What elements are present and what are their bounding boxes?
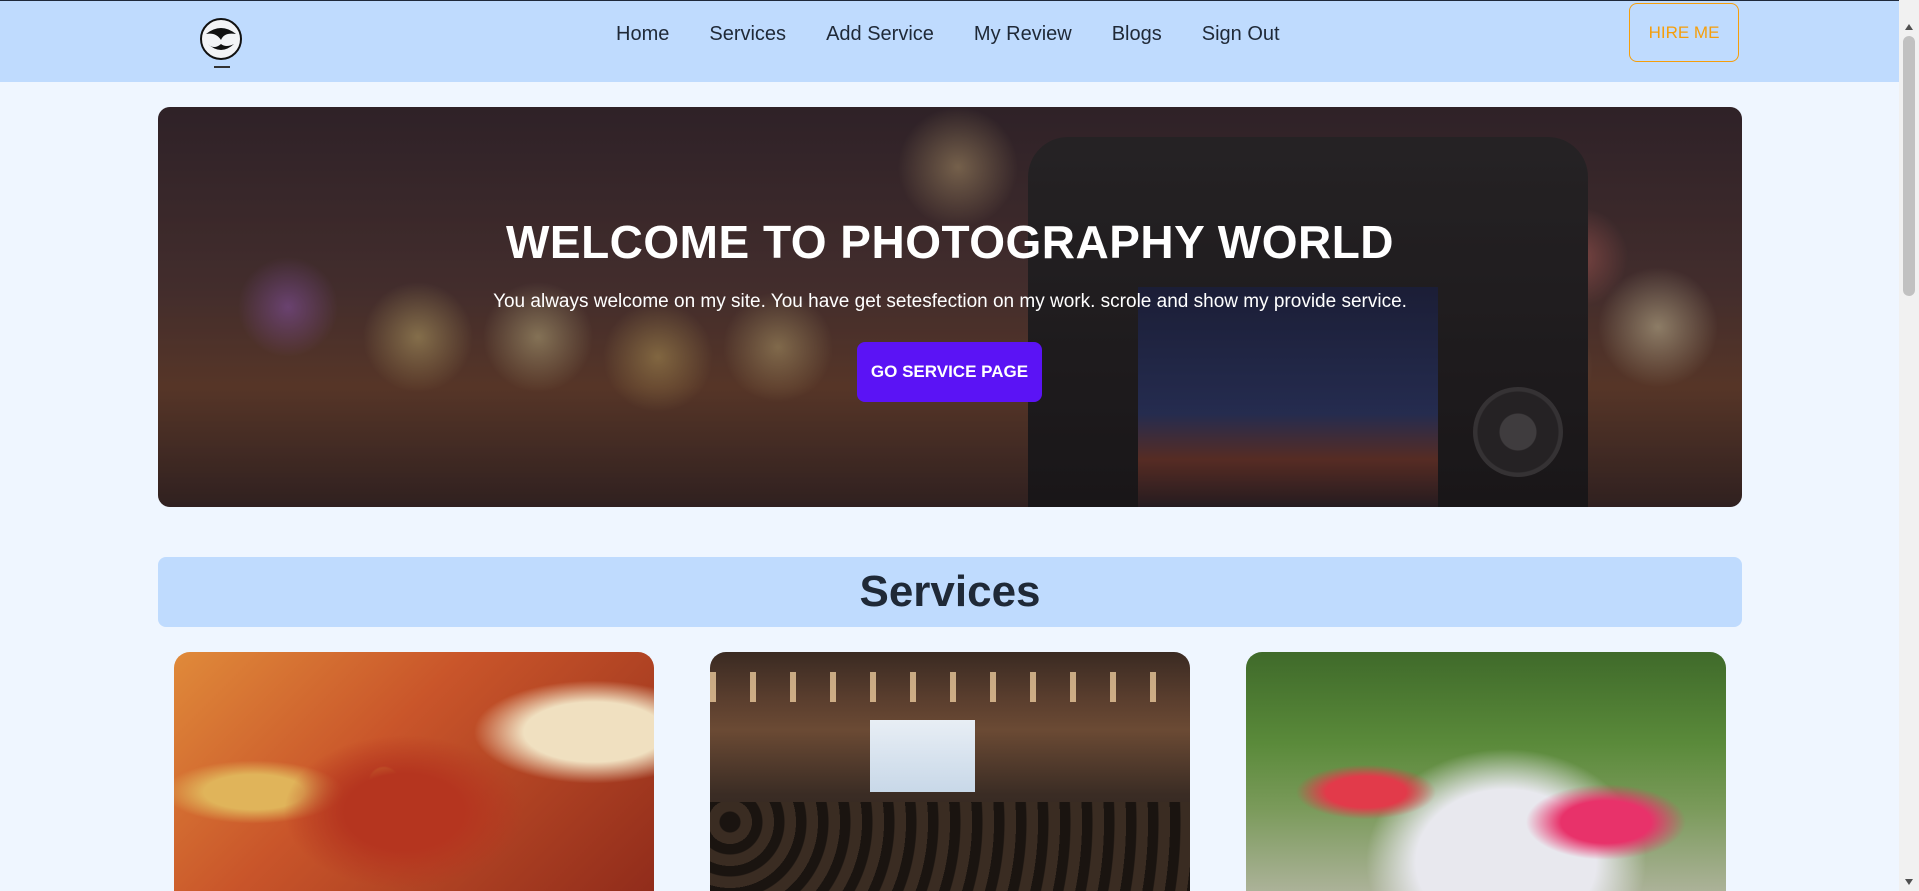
nav-blogs[interactable]: Blogs: [1092, 23, 1182, 45]
scroll-up-arrow-icon[interactable]: [1905, 24, 1913, 30]
service-card-outdoor-image[interactable]: [1246, 652, 1726, 891]
service-card-wedding-image[interactable]: [174, 652, 654, 891]
hero-banner: WELCOME TO PHOTOGRAPHY WORLD You always …: [158, 107, 1742, 507]
main-nav: Home Services Add Service My Review Blog…: [616, 23, 1300, 45]
service-card-conference-image[interactable]: [710, 652, 1190, 891]
navbar: Home Services Add Service My Review Blog…: [0, 0, 1899, 82]
scroll-down-arrow-icon[interactable]: [1905, 879, 1913, 885]
services-heading: Services: [859, 567, 1041, 616]
nav-my-review[interactable]: My Review: [954, 23, 1092, 45]
hero-title: WELCOME TO PHOTOGRAPHY WORLD: [505, 216, 1395, 268]
scrollbar-thumb[interactable]: [1903, 36, 1915, 296]
go-service-page-button[interactable]: GO SERVICE PAGE: [857, 342, 1042, 402]
projector-screen: [870, 720, 975, 792]
nav-sign-out[interactable]: Sign Out: [1182, 23, 1300, 45]
nav-home[interactable]: Home: [616, 23, 689, 45]
audience: [710, 802, 1190, 891]
services-heading-bar: Services: [158, 557, 1742, 627]
ceiling-lights: [710, 672, 1190, 702]
nav-add-service[interactable]: Add Service: [806, 23, 954, 45]
hire-me-button[interactable]: HIRE ME: [1629, 3, 1739, 62]
page-scrollbar[interactable]: [1899, 0, 1919, 891]
hero-subtitle: You always welcome on my site. You have …: [493, 291, 1407, 312]
site-logo-icon[interactable]: [196, 14, 246, 74]
nav-services[interactable]: Services: [689, 23, 806, 45]
